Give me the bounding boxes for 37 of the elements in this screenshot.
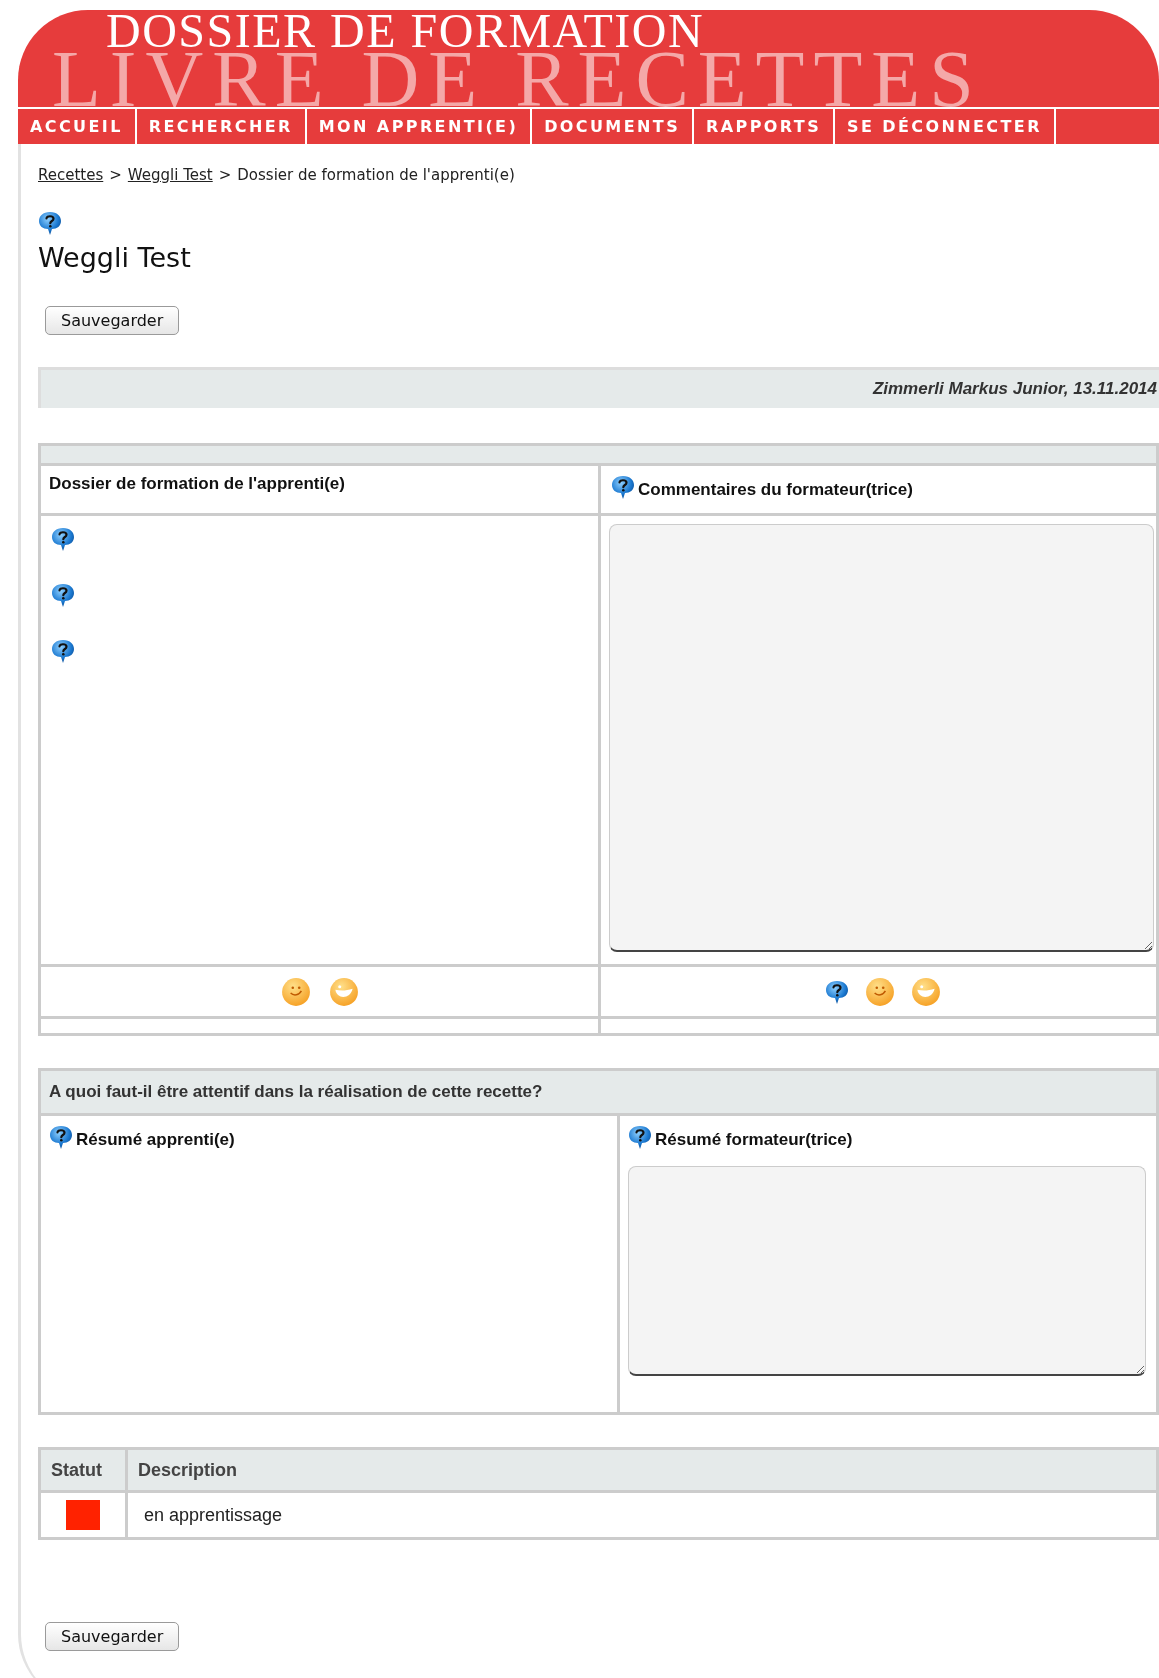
save-button[interactable]: Sauvegarder bbox=[45, 306, 180, 335]
column-heading: Résumé apprenti(e) bbox=[76, 1130, 235, 1150]
nav-link[interactable]: MON APPRENTI(E) bbox=[306, 109, 533, 144]
banner-title: DOSSIER DE FORMATION bbox=[106, 12, 705, 51]
column-heading: Commentaires du formateur(trice) bbox=[638, 480, 913, 500]
page-title: Weggli Test bbox=[38, 242, 192, 273]
help-icon[interactable] bbox=[51, 526, 75, 552]
save-button[interactable]: Sauvegarder bbox=[45, 1622, 180, 1651]
smiley-icon[interactable] bbox=[864, 976, 895, 1007]
column-heading: Résumé formateur(trice) bbox=[655, 1130, 853, 1150]
help-icon[interactable] bbox=[51, 638, 75, 664]
comment-field[interactable] bbox=[609, 524, 1154, 952]
summary-field[interactable] bbox=[628, 1166, 1146, 1376]
nav-link[interactable]: DOCUMENTS bbox=[532, 109, 695, 144]
help-icon[interactable] bbox=[611, 474, 635, 500]
help-icon[interactable] bbox=[49, 1124, 73, 1150]
column-header: Description bbox=[126, 1448, 1158, 1492]
help-icon[interactable] bbox=[38, 210, 62, 236]
column-header: Statut bbox=[39, 1448, 127, 1492]
breadcrumb-separator: > bbox=[218, 166, 232, 184]
breadcrumb-separator: > bbox=[109, 166, 122, 184]
breadcrumb-current: Dossier de formation de l'apprenti(e) bbox=[237, 166, 515, 184]
nav-link[interactable]: RAPPORTS bbox=[694, 109, 836, 144]
status-description: en apprentissage bbox=[144, 1504, 283, 1525]
nav-link[interactable]: SE DÉCONNECTER bbox=[835, 109, 1056, 144]
author-date: Zimmerli Markus Junior, 13.11.2014 bbox=[872, 379, 1157, 399]
breadcrumb-link[interactable]: Recettes bbox=[38, 166, 104, 184]
help-icon[interactable] bbox=[51, 582, 75, 608]
section-question: A quoi faut-il être attentif dans la réalisation de cette recette? bbox=[49, 1082, 543, 1101]
smiley-icon[interactable] bbox=[280, 976, 311, 1007]
nav-link[interactable]: ACCUEIL bbox=[18, 109, 137, 144]
column-heading: Dossier de formation de l'apprenti(e) bbox=[49, 474, 345, 493]
help-icon[interactable] bbox=[824, 978, 849, 1005]
nav-link[interactable]: RECHERCHER bbox=[136, 109, 307, 144]
breadcrumb-link[interactable]: Weggli Test bbox=[127, 166, 213, 184]
help-icon[interactable] bbox=[628, 1124, 652, 1150]
banner-subtitle: LIVRE DE RECETTES bbox=[52, 51, 983, 107]
